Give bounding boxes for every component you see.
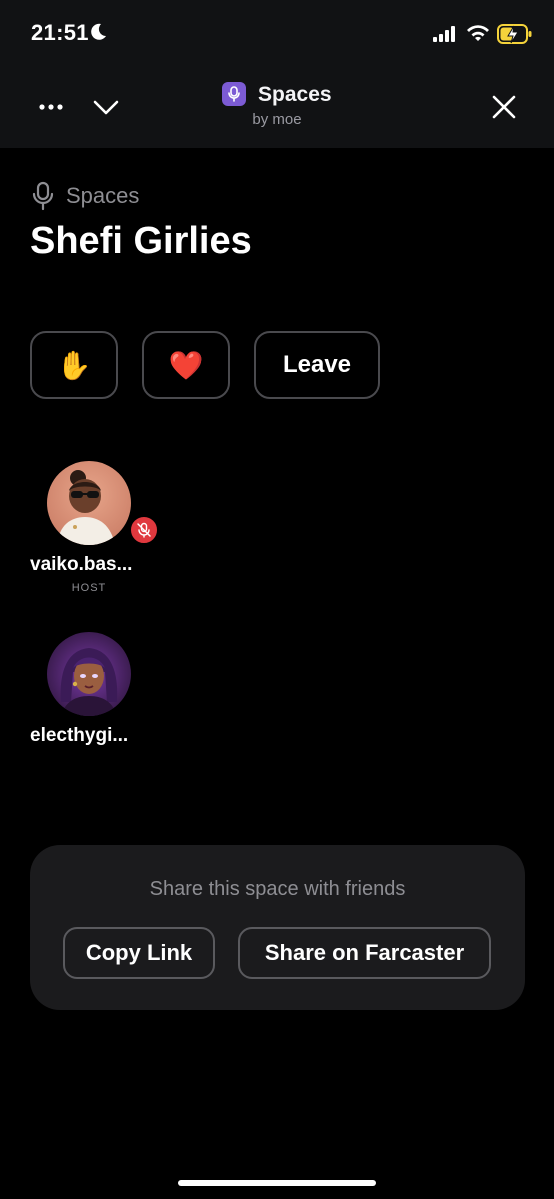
share-farcaster-button[interactable]: Share on Farcaster: [238, 927, 491, 979]
share-prompt: Share this space with friends: [149, 878, 406, 900]
avatar: [47, 632, 131, 716]
avatar: [47, 461, 131, 545]
copy-link-button[interactable]: Copy Link: [63, 927, 215, 979]
space-label-text: Spaces: [66, 183, 140, 208]
screen: 21:51 Spaces by moe Spaces Shefi Girlies…: [0, 0, 554, 1199]
participant-role: HOST: [71, 582, 107, 594]
app-header: Spaces by moe: [0, 68, 554, 148]
battery-charging-icon: [497, 23, 533, 50]
close-icon[interactable]: [489, 92, 519, 122]
participant-name: electhygi...: [30, 725, 129, 746]
status-bar: 21:51: [0, 0, 554, 68]
heart-icon: ❤️: [168, 349, 204, 381]
muted-mic-icon: [129, 515, 159, 545]
share-card: Share this space with friends Copy Link …: [30, 845, 525, 1010]
status-time: 21:51: [31, 20, 89, 45]
heart-reaction-button[interactable]: ❤️: [142, 331, 230, 399]
mic-icon: [30, 181, 56, 216]
home-indicator[interactable]: [178, 1180, 376, 1186]
participant-name: vaiko.bas...: [30, 554, 133, 575]
app-byline: by moe: [252, 111, 302, 128]
leave-button[interactable]: Leave: [254, 331, 380, 399]
raised-hand-icon: ✋: [56, 349, 92, 381]
wifi-icon: [466, 23, 490, 48]
signal-icon: [433, 26, 459, 47]
app-title: Spaces: [258, 83, 332, 106]
moon-icon: [88, 22, 108, 47]
mic-icon: [222, 82, 246, 106]
space-title: Shefi Girlies: [30, 220, 252, 262]
raise-hand-button[interactable]: ✋: [30, 331, 118, 399]
